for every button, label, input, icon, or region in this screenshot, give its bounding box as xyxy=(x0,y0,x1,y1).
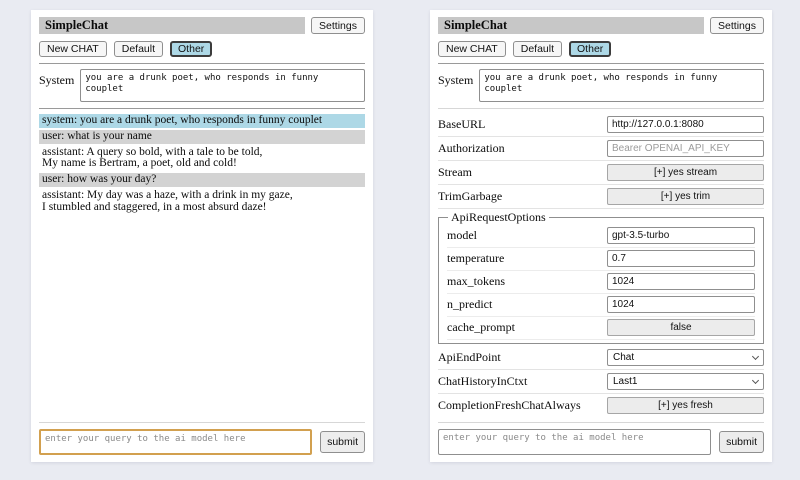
cache-prompt-toggle-button[interactable]: false xyxy=(607,319,755,336)
new-chat-button[interactable]: New CHAT xyxy=(438,41,506,57)
app-title: SimpleChat xyxy=(438,17,704,34)
chevron-down-icon xyxy=(752,353,759,360)
chevron-down-icon xyxy=(752,377,759,384)
temperature-input[interactable] xyxy=(607,250,755,267)
setting-row-max-tokens: max_tokens xyxy=(447,271,755,294)
page: SimpleChat Settings New CHAT Default Oth… xyxy=(0,0,800,462)
message-line: My name is Bertram, a poet, old and cold… xyxy=(42,158,362,170)
setting-row-stream: Stream [+] yes stream xyxy=(438,161,764,185)
chat-message-user: user: how was your day? xyxy=(39,173,365,187)
setting-row-baseurl: BaseURL xyxy=(438,113,764,137)
api-request-options-group: ApiRequestOptions model temperature max_… xyxy=(438,210,764,344)
divider xyxy=(39,108,365,109)
query-input[interactable] xyxy=(39,429,312,455)
system-label: System xyxy=(438,69,473,88)
trim-garbage-toggle-button[interactable]: [+] yes trim xyxy=(607,188,764,205)
authorization-input[interactable] xyxy=(607,140,764,157)
max-tokens-input[interactable] xyxy=(607,273,755,290)
chat-message-user: user: what is your name xyxy=(39,130,365,144)
system-prompt-textarea[interactable]: you are a drunk poet, who responds in fu… xyxy=(80,69,365,102)
chat-panel: SimpleChat Settings New CHAT Default Oth… xyxy=(31,10,373,462)
query-row: submit xyxy=(438,429,764,455)
divider xyxy=(39,422,365,423)
api-endpoint-select[interactable]: Chat xyxy=(607,349,764,366)
divider xyxy=(438,63,764,64)
api-request-options-legend: ApiRequestOptions xyxy=(448,210,549,225)
settings-panel: SimpleChat Settings New CHAT Default Oth… xyxy=(430,10,772,462)
setting-label: ApiEndPoint xyxy=(438,350,501,365)
session-buttons: New CHAT Default Other xyxy=(438,41,764,57)
n-predict-input[interactable] xyxy=(607,296,755,313)
model-input[interactable] xyxy=(607,227,755,244)
setting-label: n_predict xyxy=(447,297,492,312)
setting-label: BaseURL xyxy=(438,117,485,132)
settings-list: BaseURL Authorization Stream [+] yes str… xyxy=(438,113,764,416)
query-input[interactable] xyxy=(438,429,711,455)
setting-row-cache-prompt: cache_prompt false xyxy=(447,317,755,340)
system-prompt-row: System you are a drunk poet, who respond… xyxy=(438,69,764,102)
app-title: SimpleChat xyxy=(39,17,305,34)
completion-fresh-chat-toggle-button[interactable]: [+] yes fresh xyxy=(607,397,764,414)
setting-row-model: model xyxy=(447,225,755,248)
session-button-default[interactable]: Default xyxy=(513,41,562,57)
select-value: Last1 xyxy=(613,376,637,387)
system-label: System xyxy=(39,69,74,88)
setting-label: CompletionFreshChatAlways xyxy=(438,398,581,413)
settings-button[interactable]: Settings xyxy=(311,17,365,34)
setting-label: model xyxy=(447,228,477,243)
chat-history-in-ctxt-select[interactable]: Last1 xyxy=(607,373,764,390)
divider xyxy=(438,422,764,423)
setting-label: max_tokens xyxy=(447,274,505,289)
session-button-other[interactable]: Other xyxy=(170,41,212,57)
query-row: submit xyxy=(39,429,365,455)
title-bar: SimpleChat Settings xyxy=(39,17,365,34)
setting-row-authorization: Authorization xyxy=(438,137,764,161)
setting-label: ChatHistoryInCtxt xyxy=(438,374,527,389)
stream-toggle-button[interactable]: [+] yes stream xyxy=(607,164,764,181)
select-value: Chat xyxy=(613,352,634,363)
chat-message-assistant: assistant: My day was a haze, with a dri… xyxy=(39,189,365,215)
setting-row-chat-history-in-ctxt: ChatHistoryInCtxt Last1 xyxy=(438,370,764,394)
setting-row-api-endpoint: ApiEndPoint Chat xyxy=(438,346,764,370)
divider xyxy=(438,108,764,109)
setting-row-completion-fresh-chat-always: CompletionFreshChatAlways [+] yes fresh xyxy=(438,394,764,416)
session-button-other[interactable]: Other xyxy=(569,41,611,57)
system-prompt-textarea[interactable]: you are a drunk poet, who responds in fu… xyxy=(479,69,764,102)
setting-row-n-predict: n_predict xyxy=(447,294,755,317)
settings-button[interactable]: Settings xyxy=(710,17,764,34)
chat-message-assistant: assistant: A query so bold, with a tale … xyxy=(39,146,365,172)
message-line: I stumbled and staggered, in a most absu… xyxy=(42,202,362,214)
submit-button[interactable]: submit xyxy=(320,431,365,453)
chat-message-list: system: you are a drunk poet, who respon… xyxy=(39,114,365,416)
chat-message-system: system: you are a drunk poet, who respon… xyxy=(39,114,365,128)
new-chat-button[interactable]: New CHAT xyxy=(39,41,107,57)
baseurl-input[interactable] xyxy=(607,116,764,133)
divider xyxy=(39,63,365,64)
session-button-default[interactable]: Default xyxy=(114,41,163,57)
session-buttons: New CHAT Default Other xyxy=(39,41,365,57)
submit-button[interactable]: submit xyxy=(719,431,764,453)
setting-label: TrimGarbage xyxy=(438,189,502,204)
title-bar: SimpleChat Settings xyxy=(438,17,764,34)
setting-label: Stream xyxy=(438,165,472,180)
message-line: assistant: My day was a haze, with a dri… xyxy=(42,190,362,202)
setting-label: cache_prompt xyxy=(447,320,515,335)
setting-row-temperature: temperature xyxy=(447,248,755,271)
setting-label: temperature xyxy=(447,251,504,266)
system-prompt-row: System you are a drunk poet, who respond… xyxy=(39,69,365,102)
setting-row-trimgarbage: TrimGarbage [+] yes trim xyxy=(438,185,764,209)
setting-label: Authorization xyxy=(438,141,505,156)
